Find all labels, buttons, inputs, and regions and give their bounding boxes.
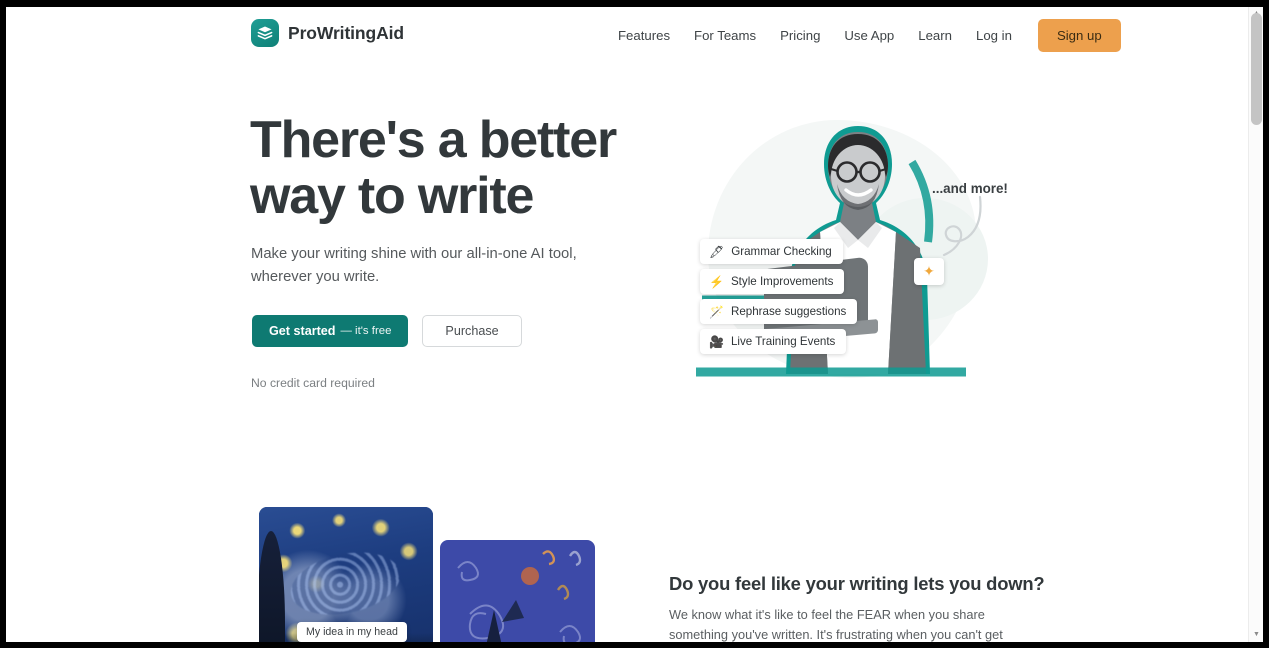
- main-navigation: Features For Teams Pricing Use App Learn…: [606, 7, 1121, 63]
- hero-subtitle: Make your writing shine with our all-in-…: [251, 246, 577, 285]
- hero-title: There's a better way to write: [250, 112, 690, 224]
- feature-pill-live-training-events: 🎥 Live Training Events: [700, 329, 847, 354]
- nav-link-log-in[interactable]: Log in: [964, 28, 1024, 43]
- feature-pill-style-improvements: ⚡ Style Improvements: [700, 269, 845, 294]
- nav-link-for-teams[interactable]: For Teams: [682, 28, 768, 43]
- get-started-label: Get started: [269, 324, 336, 338]
- nav-link-learn[interactable]: Learn: [906, 28, 964, 43]
- get-started-sublabel: — it's free: [340, 325, 392, 337]
- feature-pill-label: Grammar Checking: [731, 245, 832, 258]
- feature-pill-grammar-checking: 🖋 Grammar Checking: [700, 239, 843, 264]
- browser-viewport-frame: ProWritingAid Features For Teams Pricing…: [0, 0, 1269, 648]
- feature-pill-label: Live Training Events: [730, 335, 836, 348]
- scrollbar-thumb[interactable]: [1251, 13, 1262, 125]
- hero-cta-group: Get started — it's free Purchase: [252, 315, 522, 347]
- nav-link-use-app[interactable]: Use App: [832, 28, 906, 43]
- feature-pill-label: Style Improvements: [730, 275, 834, 288]
- curly-arrow-icon: [942, 195, 982, 257]
- pen-icon: 🖋: [709, 244, 725, 259]
- hero-title-line-2: way to write: [250, 167, 534, 225]
- website-content: ProWritingAid Features For Teams Pricing…: [6, 7, 1248, 642]
- nav-link-pricing[interactable]: Pricing: [768, 28, 832, 43]
- lower-section-body: We know what it's like to feel the FEAR …: [669, 607, 1003, 642]
- sign-up-button[interactable]: Sign up: [1037, 18, 1121, 52]
- magic-wand-icon: 🪄: [709, 304, 724, 319]
- page-canvas: ProWritingAid Features For Teams Pricing…: [6, 7, 1263, 642]
- get-started-button[interactable]: Get started — it's free: [252, 315, 409, 347]
- scroll-down-arrow-icon[interactable]: ▼: [1252, 630, 1261, 639]
- brand-logo[interactable]: ProWritingAid: [251, 19, 404, 47]
- stacked-pages-logo-icon: [251, 19, 279, 47]
- hero-title-line-1: There's a better: [250, 111, 617, 169]
- sparkle-icon: ✦: [914, 258, 944, 285]
- brand-name: ProWritingAid: [288, 22, 405, 43]
- nav-link-features[interactable]: Features: [606, 28, 682, 43]
- feature-pill-rephrase-suggestions: 🪄 Rephrase suggestions: [700, 299, 858, 324]
- lower-section-title: Do you feel like your writing lets you d…: [669, 573, 1045, 594]
- site-header: ProWritingAid Features For Teams Pricing…: [6, 7, 1248, 63]
- lightning-bolt-icon: ⚡: [709, 274, 724, 289]
- and-more-callout: ...and more!: [932, 181, 1008, 196]
- purchase-button[interactable]: Purchase: [422, 315, 522, 347]
- video-camera-icon: 🎥: [709, 334, 724, 349]
- vertical-scrollbar[interactable]: ▲ ▼: [1248, 7, 1263, 642]
- no-credit-card-note: No credit card required: [251, 376, 375, 390]
- sketch-illustration: [440, 540, 595, 642]
- idea-label: My idea in my head: [297, 622, 407, 642]
- feature-pill-label: Rephrase suggestions: [730, 305, 847, 318]
